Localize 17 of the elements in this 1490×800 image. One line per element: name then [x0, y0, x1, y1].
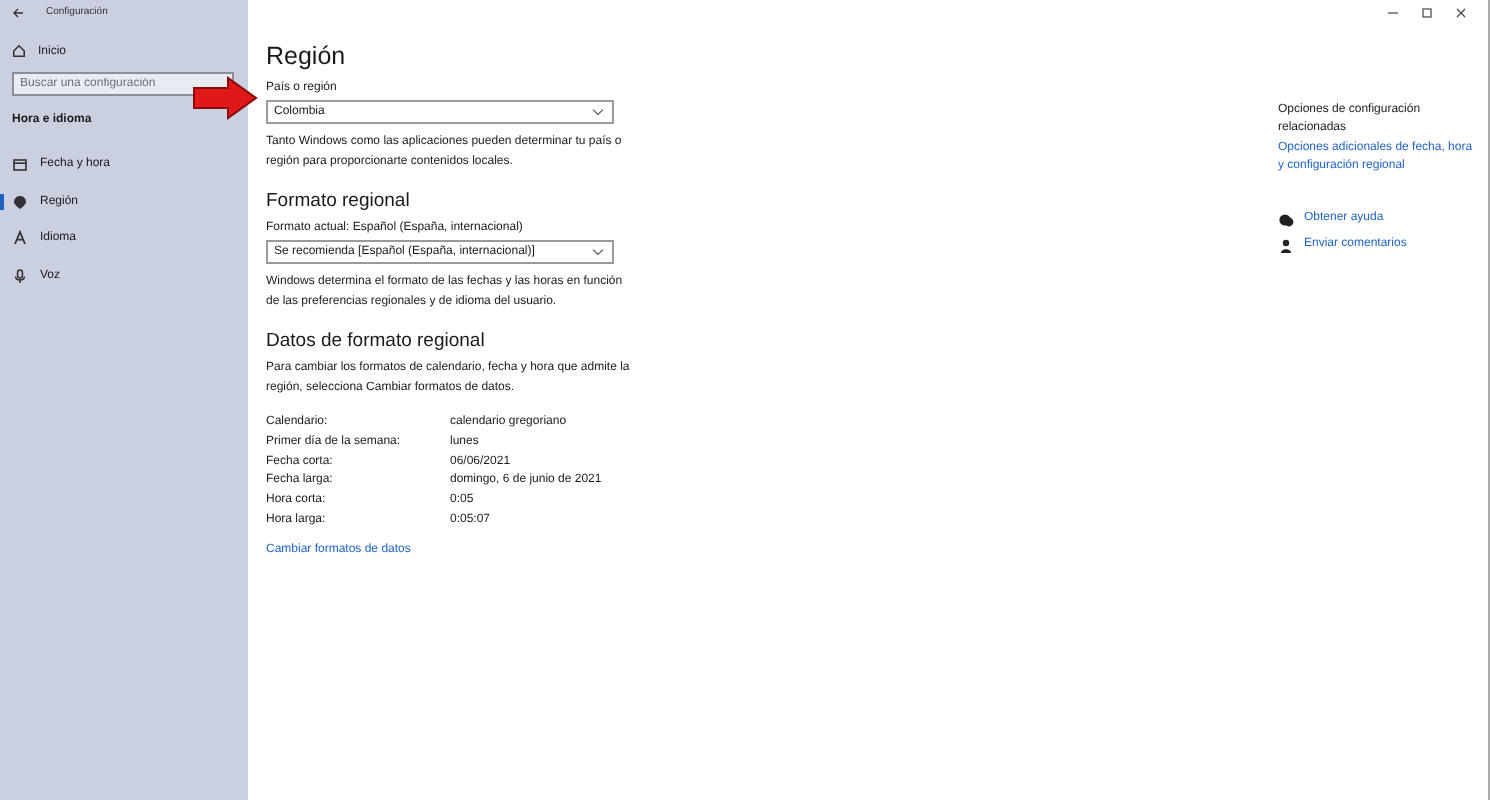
page-title: Región	[266, 42, 346, 70]
section-heading: Formato regional	[266, 190, 410, 212]
pin-icon	[12, 193, 28, 209]
close-icon[interactable]	[1456, 8, 1466, 18]
chevron-down-icon	[592, 108, 604, 116]
section-heading: Datos de formato regional	[266, 330, 485, 352]
chevron-down-icon	[592, 248, 604, 256]
annotation-arrow	[192, 76, 258, 120]
minimize-icon[interactable]	[1388, 8, 1398, 18]
calendar-icon	[12, 156, 28, 172]
letter-a-icon	[12, 230, 28, 246]
microphone-icon	[12, 267, 28, 283]
home-icon	[12, 44, 26, 58]
person-icon	[1278, 237, 1294, 253]
back-arrow-icon[interactable]	[12, 7, 24, 17]
maximize-icon[interactable]	[1422, 8, 1432, 18]
chat-bubbles-icon	[1278, 211, 1294, 227]
